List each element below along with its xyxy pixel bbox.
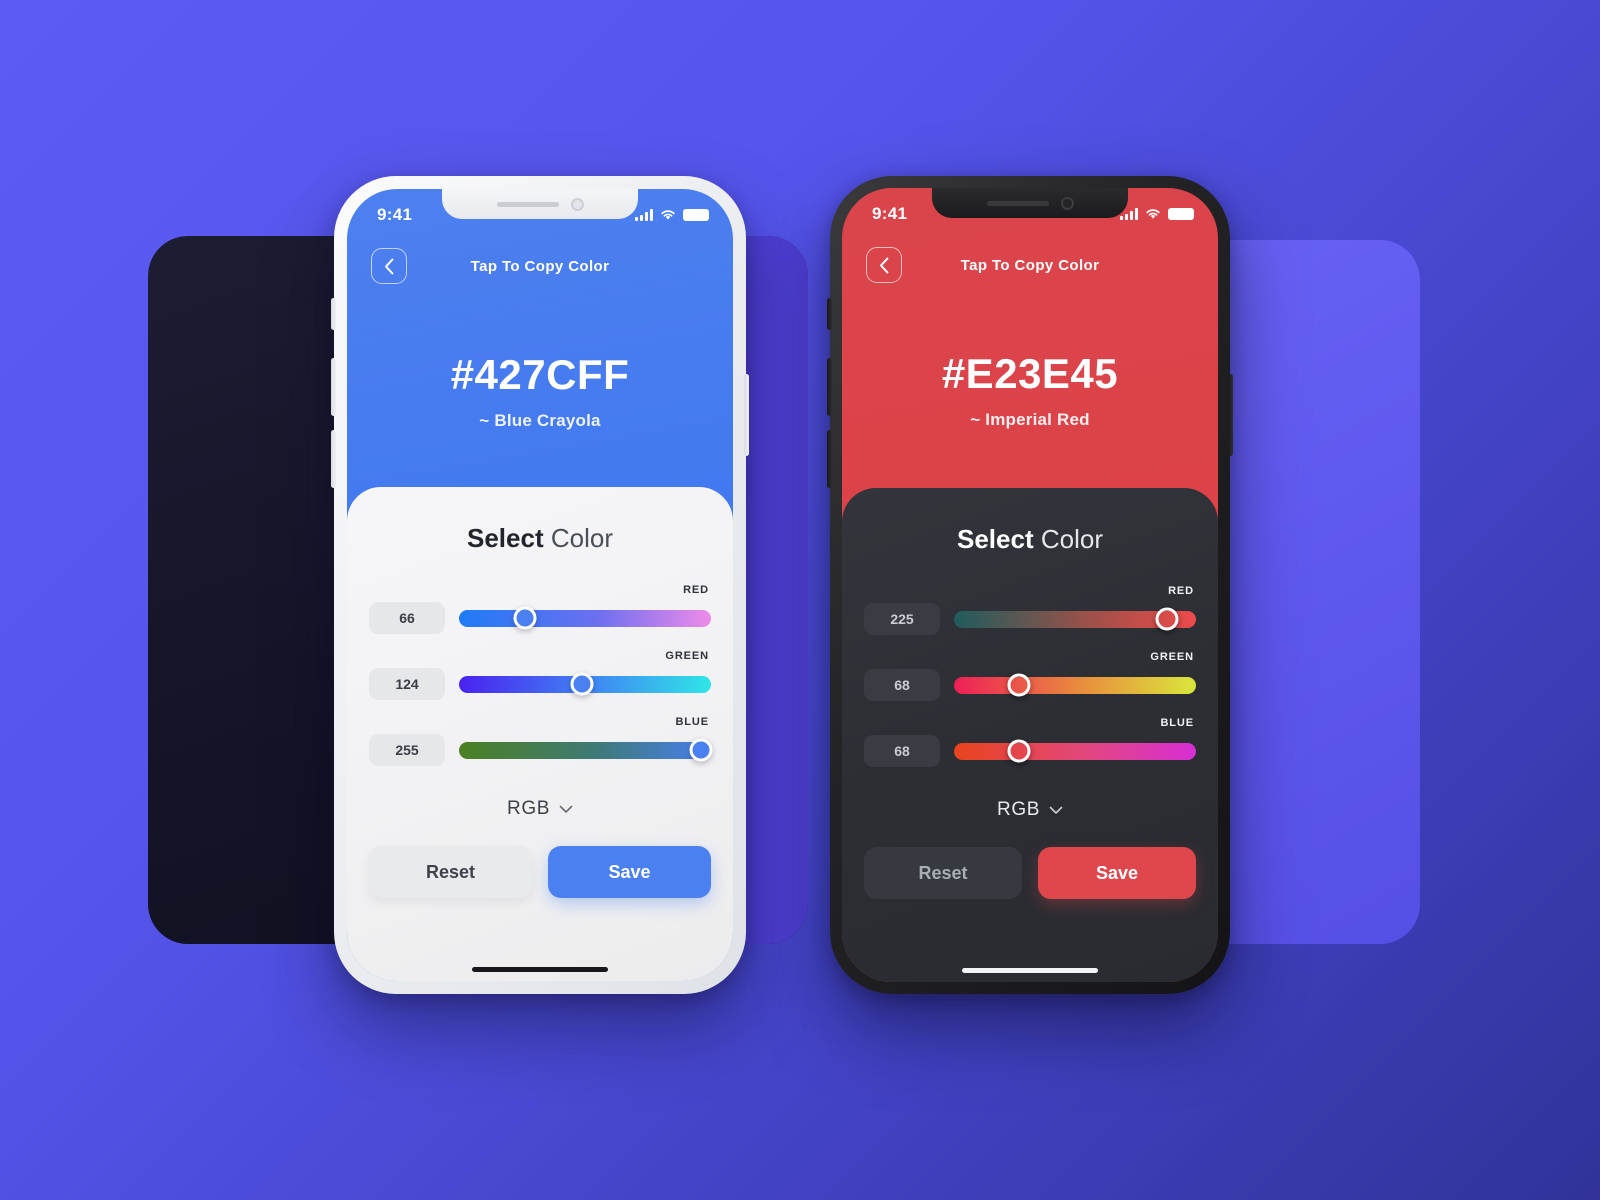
slider-track-red[interactable] <box>954 607 1196 631</box>
chevron-down-icon <box>559 805 573 813</box>
status-icons <box>1120 208 1194 220</box>
slider-row-green: GREEN 68 <box>864 651 1196 701</box>
slider-track-green[interactable] <box>954 673 1196 697</box>
slider-label-blue: BLUE <box>675 716 709 728</box>
hero-color-name: ~ Blue Crayola <box>479 411 601 430</box>
value-chip-red[interactable]: 66 <box>369 602 445 634</box>
slider-row-red: RED 66 <box>369 584 711 634</box>
home-indicator[interactable] <box>962 968 1098 973</box>
hero-color-display[interactable]: #E23E45 ~ Imperial Red <box>842 288 1218 430</box>
chevron-left-icon <box>384 258 393 274</box>
status-bar: 9:41 <box>842 188 1218 234</box>
slider-label-green: GREEN <box>1150 651 1194 663</box>
slider-thumb-red[interactable] <box>1155 607 1179 631</box>
slider-thumb-green[interactable] <box>570 672 594 696</box>
slider-row-blue: BLUE 68 <box>864 717 1196 767</box>
slider-thumb-red[interactable] <box>513 606 537 630</box>
volume-up-button[interactable] <box>827 358 832 416</box>
slider-track-green[interactable] <box>459 672 711 696</box>
chevron-down-icon <box>1049 806 1063 814</box>
save-button[interactable]: Save <box>548 846 711 898</box>
color-mode-label: RGB <box>997 799 1040 820</box>
slider-label-blue: BLUE <box>1160 717 1194 729</box>
color-mode-selector[interactable]: RGB <box>864 799 1196 821</box>
volume-down-button[interactable] <box>331 430 336 488</box>
status-bar: 9:41 <box>347 189 733 235</box>
chevron-left-icon <box>879 257 888 273</box>
slider-label-red: RED <box>683 584 709 596</box>
silent-switch-button[interactable] <box>827 298 832 330</box>
select-color-sheet: Select Color RED 225 GREEN 68 BLUE 68 RG… <box>842 488 1218 982</box>
back-button[interactable] <box>371 248 407 284</box>
wifi-icon <box>661 210 675 220</box>
sheet-title: Select Color <box>864 524 1196 555</box>
sheet-title-bold: Select <box>957 524 1034 554</box>
sheet-actions: Reset Save <box>864 847 1196 899</box>
value-chip-green[interactable]: 124 <box>369 668 445 700</box>
slider-row-green: GREEN 124 <box>369 650 711 700</box>
slider-track-blue[interactable] <box>459 738 713 762</box>
slider-row-blue: BLUE 255 <box>369 716 713 766</box>
power-button[interactable] <box>1228 374 1233 456</box>
slider-thumb-green[interactable] <box>1007 673 1031 697</box>
value-chip-red[interactable]: 225 <box>864 603 940 635</box>
value-chip-green[interactable]: 68 <box>864 669 940 701</box>
screen-dark: 9:41 Tap To Copy Color #E23E45 ~ Imperia… <box>842 188 1218 982</box>
slider-track-blue[interactable] <box>954 739 1196 763</box>
reset-button[interactable]: Reset <box>864 847 1022 899</box>
slider-thumb-blue[interactable] <box>1007 739 1031 763</box>
value-chip-blue[interactable]: 255 <box>369 734 445 766</box>
battery-icon <box>1168 208 1194 220</box>
signal-bars-icon <box>635 209 653 221</box>
wifi-icon <box>1146 209 1160 219</box>
power-button[interactable] <box>744 374 749 456</box>
sheet-title-bold: Select <box>467 523 544 553</box>
back-button[interactable] <box>866 247 902 283</box>
status-time: 9:41 <box>872 204 908 223</box>
hero-color-display[interactable]: #427CFF ~ Blue Crayola <box>347 289 733 431</box>
sheet-title: Select Color <box>369 523 711 554</box>
select-color-sheet: Select Color RED 66 GREEN 124 BLUE 255 R… <box>347 487 733 981</box>
nav-bar: Tap To Copy Color <box>347 235 733 289</box>
color-mode-label: RGB <box>507 798 550 819</box>
volume-down-button[interactable] <box>827 430 832 488</box>
slider-label-red: RED <box>1168 585 1194 597</box>
sheet-title-light: Color <box>1040 524 1103 554</box>
slider-thumb-blue[interactable] <box>689 738 713 762</box>
hero-hex-value[interactable]: #427CFF <box>347 351 733 399</box>
screen-light: 9:41 Tap To Copy Color #427CFF ~ Blue Cr… <box>347 189 733 981</box>
home-indicator[interactable] <box>472 967 608 972</box>
slider-track-red[interactable] <box>459 606 711 630</box>
volume-up-button[interactable] <box>331 358 336 416</box>
sheet-actions: Reset Save <box>369 846 711 898</box>
status-time: 9:41 <box>377 205 413 224</box>
slider-group: RED 66 GREEN 124 BLUE 255 <box>369 584 713 782</box>
phone-light: 9:41 Tap To Copy Color #427CFF ~ Blue Cr… <box>331 176 749 994</box>
slider-row-red: RED 225 <box>864 585 1196 635</box>
silent-switch-button[interactable] <box>331 298 336 330</box>
slider-label-green: GREEN <box>665 650 709 662</box>
status-icons <box>635 209 709 221</box>
signal-bars-icon <box>1120 208 1138 220</box>
color-mode-selector[interactable]: RGB <box>369 798 711 820</box>
nav-bar: Tap To Copy Color <box>842 234 1218 288</box>
reset-button[interactable]: Reset <box>369 846 532 898</box>
value-chip-blue[interactable]: 68 <box>864 735 940 767</box>
hero-color-name: ~ Imperial Red <box>970 410 1090 429</box>
save-button[interactable]: Save <box>1038 847 1196 899</box>
sheet-title-light: Color <box>550 523 613 553</box>
hero-hex-value[interactable]: #E23E45 <box>842 350 1218 398</box>
slider-group: RED 225 GREEN 68 BLUE 68 <box>864 585 1196 783</box>
phone-dark: 9:41 Tap To Copy Color #E23E45 ~ Imperia… <box>827 176 1233 994</box>
battery-icon <box>683 209 709 221</box>
